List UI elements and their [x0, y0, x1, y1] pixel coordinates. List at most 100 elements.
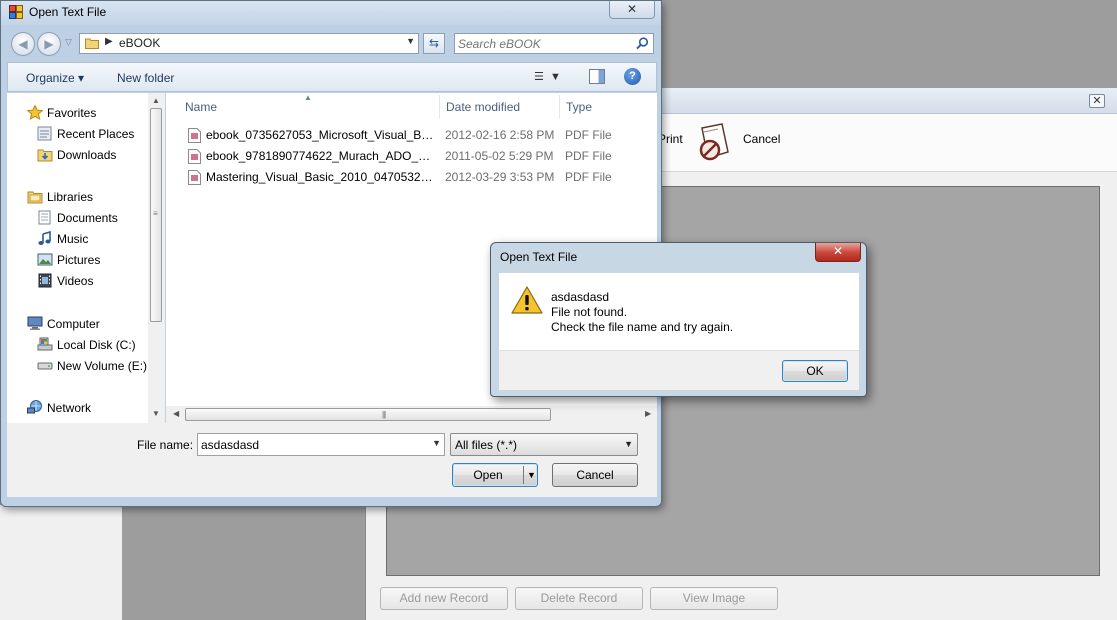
nav-label: Documents	[57, 211, 118, 225]
nav-label: Downloads	[57, 148, 117, 162]
dialog-footer: File name: ▼ All files (*.*) ▼ Open ▼ Ca…	[7, 423, 657, 497]
local-disk-icon	[37, 337, 53, 351]
cancel-button[interactable]: Cancel	[552, 463, 638, 487]
error-message-box: Open Text File ✕ asdasdasd File not foun…	[490, 242, 867, 397]
message-file-name: asdasdasd	[551, 290, 610, 304]
file-name: ebook_0735627053_Microsoft_Visual_Basi..…	[206, 128, 434, 142]
column-divider[interactable]	[559, 95, 560, 119]
search-box[interactable]	[454, 33, 654, 54]
pdf-file-icon	[188, 128, 201, 143]
view-image-button[interactable]: View Image	[650, 587, 778, 610]
file-name-input[interactable]	[201, 436, 421, 453]
background-close-button[interactable]: ✕	[1089, 94, 1105, 108]
dialog-title: Open Text File	[29, 5, 107, 19]
horizontal-scrollbar[interactable]: ◀ ||| ▶	[166, 406, 657, 423]
message-error-text: File not found.	[551, 305, 628, 319]
column-divider[interactable]	[439, 95, 440, 119]
navigation-scrollbar[interactable]: ▲ ≡ ▼	[148, 93, 165, 423]
dialog-titlebar: Open Text File ✕	[1, 1, 661, 25]
nav-label: Local Disk (C:)	[57, 338, 136, 352]
back-arrow-icon[interactable]: ◀	[11, 32, 35, 56]
scrollbar-thumb[interactable]: ≡	[150, 108, 162, 322]
scrollbar-grip-icon: |||	[382, 410, 386, 419]
cancel-doc-icon[interactable]	[696, 122, 734, 164]
organize-button[interactable]: Organize ▾	[26, 71, 84, 85]
breadcrumb-separator-icon[interactable]: ▶	[105, 36, 113, 47]
computer-icon	[27, 316, 43, 330]
command-bar: Organize ▾ New folder ☰ ▼ ?	[7, 62, 657, 92]
pdf-file-icon	[188, 170, 201, 185]
column-header-date-modified[interactable]: Date modified	[446, 100, 520, 114]
preview-pane-icon[interactable]	[589, 69, 605, 84]
add-new-record-button[interactable]: Add new Record	[380, 587, 508, 610]
dialog-close-button[interactable]: ✕	[609, 1, 655, 19]
help-icon[interactable]: ?	[624, 68, 641, 85]
address-bar[interactable]: ▶ eBOOK ▼	[79, 33, 419, 54]
music-note-icon	[38, 231, 51, 245]
navigation-pane: Favorites Recent Places Downloads Librar…	[7, 93, 165, 423]
refresh-button[interactable]: ⇆	[423, 33, 445, 54]
chevron-down-icon[interactable]: ▼	[432, 438, 441, 448]
new-folder-button[interactable]: New folder	[117, 71, 174, 85]
file-date: 2011-05-02 5:29 PM	[445, 149, 554, 163]
message-hint-text: Check the file name and try again.	[551, 320, 734, 334]
file-name-combobox[interactable]: ▼	[197, 433, 445, 456]
network-icon	[27, 400, 42, 414]
ok-button[interactable]: OK	[782, 360, 848, 382]
scroll-left-arrow-icon[interactable]: ◀	[173, 409, 179, 418]
message-body: asdasdasd File not found. Check the file…	[499, 273, 859, 350]
file-name: Mastering_Visual_Basic_2010_0470532874	[206, 170, 434, 184]
scrollbar-grip-icon: ≡	[153, 209, 158, 218]
file-row[interactable]: ebook_9781890774622_Murach_ADO_NE... 201…	[186, 147, 656, 166]
file-type: PDF File	[565, 170, 612, 184]
history-chevron-icon[interactable]: ▽	[65, 37, 72, 48]
delete-record-button[interactable]: Delete Record	[515, 587, 643, 610]
chevron-down-icon[interactable]: ▼	[527, 464, 536, 486]
app-window-icon	[9, 5, 23, 19]
file-row[interactable]: ebook_0735627053_Microsoft_Visual_Basi..…	[186, 126, 656, 145]
file-name: ebook_9781890774622_Murach_ADO_NE...	[206, 149, 434, 163]
forward-arrow-icon[interactable]: ▶	[37, 32, 61, 56]
background-app-strip	[0, 505, 122, 620]
drive-icon	[37, 362, 53, 370]
search-icon[interactable]	[636, 37, 649, 50]
file-type-select[interactable]: All files (*.*) ▼	[450, 433, 638, 456]
nav-label: Computer	[47, 317, 100, 331]
column-header-type[interactable]: Type	[566, 100, 592, 114]
libraries-icon	[27, 191, 43, 204]
search-input[interactable]	[458, 35, 628, 52]
background-cancel-button[interactable]: Cancel	[743, 132, 780, 146]
file-date: 2012-03-29 3:53 PM	[445, 170, 555, 184]
star-icon	[27, 105, 43, 120]
breadcrumb-ebook[interactable]: eBOOK	[119, 36, 160, 50]
file-type: PDF File	[565, 128, 612, 142]
documents-icon	[38, 210, 51, 225]
nav-label: Network	[47, 401, 92, 415]
file-row[interactable]: Mastering_Visual_Basic_2010_0470532874 2…	[186, 168, 656, 187]
message-footer: OK	[499, 350, 859, 390]
change-view-icon[interactable]: ☰ ▼	[534, 70, 570, 84]
split-divider	[523, 466, 524, 484]
scrollbar-thumb[interactable]: |||	[185, 408, 551, 421]
scroll-down-arrow-icon[interactable]: ▼	[152, 409, 160, 418]
recent-places-icon	[37, 126, 52, 141]
open-button[interactable]: Open ▼	[452, 463, 538, 487]
nav-label: Music	[57, 232, 89, 246]
pdf-file-icon	[188, 149, 201, 164]
file-type-value: All files (*.*)	[455, 438, 518, 452]
folder-icon	[85, 38, 99, 49]
pictures-icon	[37, 253, 53, 266]
column-header-name[interactable]: Name	[185, 100, 217, 114]
scroll-right-arrow-icon[interactable]: ▶	[645, 409, 651, 418]
videos-film-icon	[38, 273, 52, 288]
nav-label: New Volume (E:)	[57, 359, 148, 373]
sort-ascending-icon: ▲	[304, 93, 312, 102]
scroll-up-arrow-icon[interactable]: ▲	[152, 96, 160, 105]
message-box-title: Open Text File	[500, 250, 578, 264]
message-box-close-button[interactable]: ✕	[815, 243, 861, 262]
file-date: 2012-02-16 2:58 PM	[445, 128, 555, 142]
nav-label: Favorites	[47, 106, 97, 120]
file-type: PDF File	[565, 149, 612, 163]
chevron-down-icon[interactable]: ▼	[406, 36, 415, 46]
chevron-down-icon[interactable]: ▼	[624, 439, 633, 449]
